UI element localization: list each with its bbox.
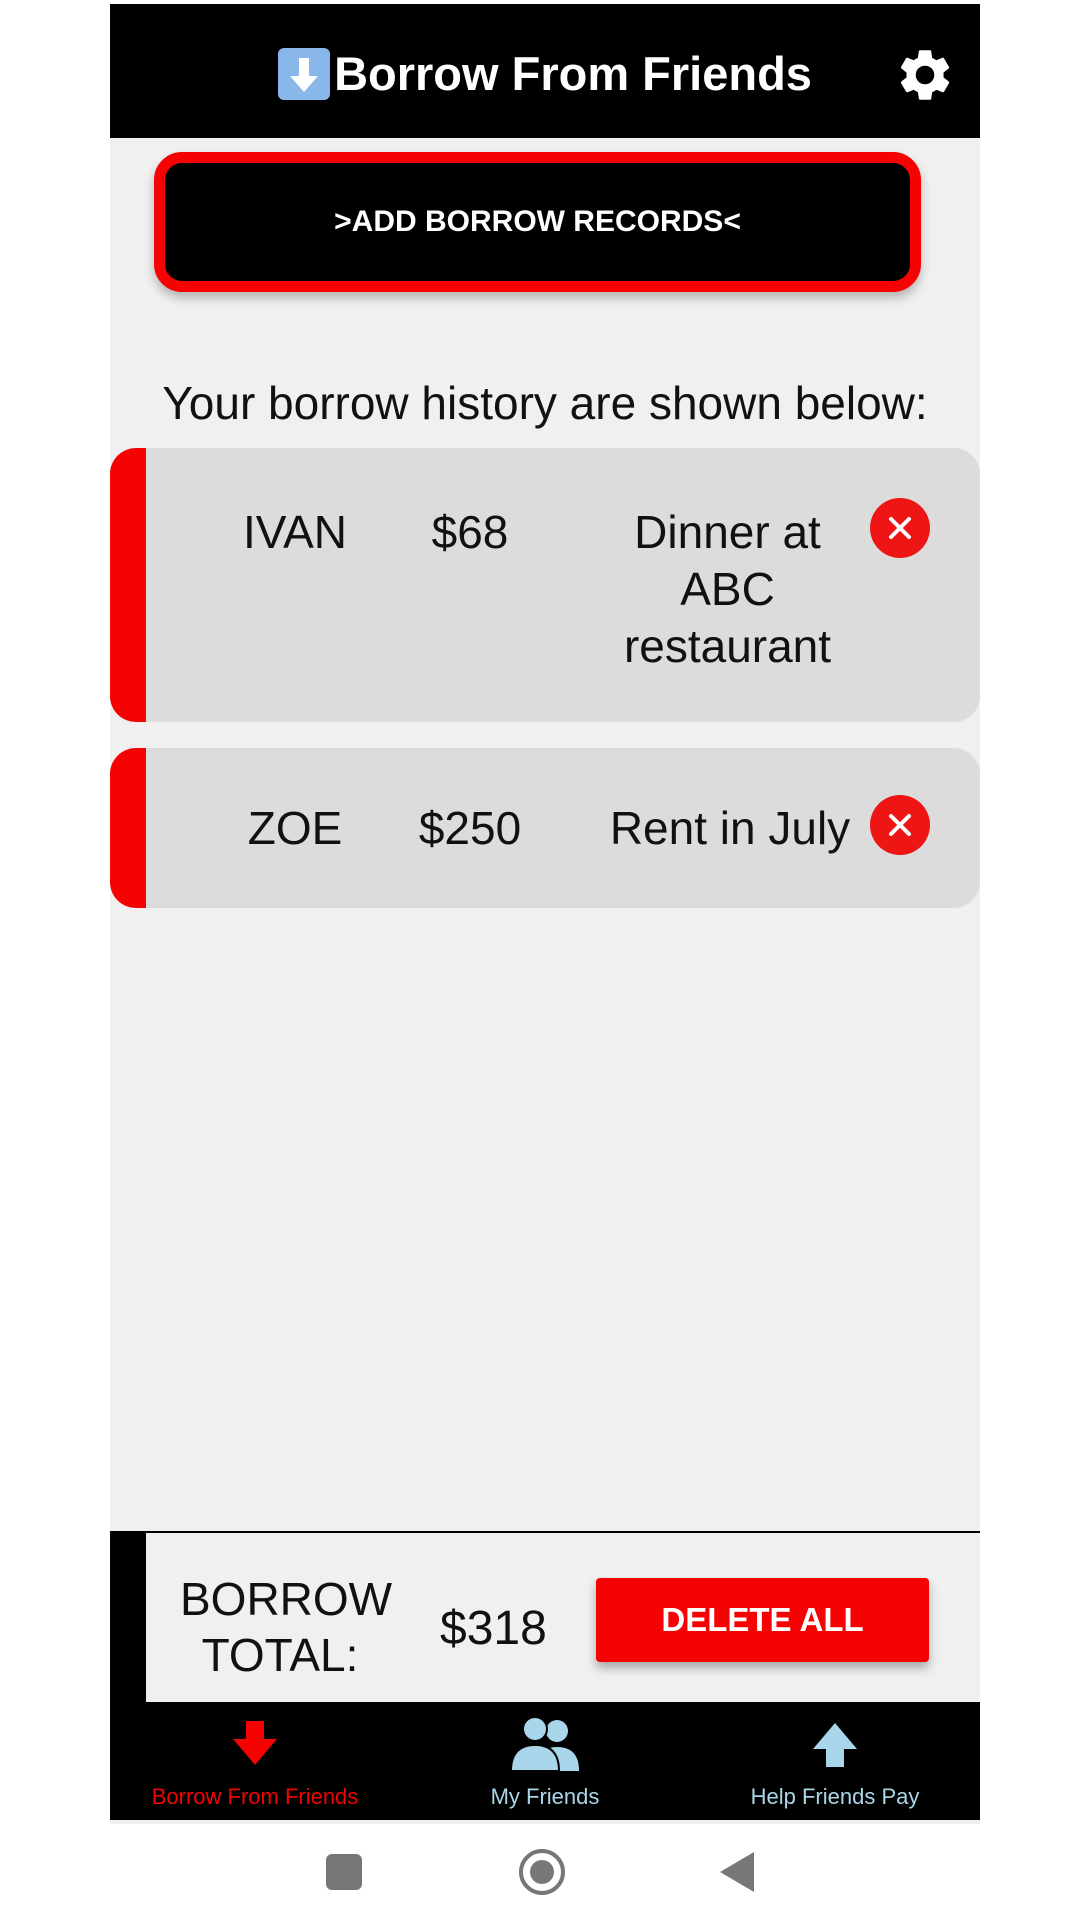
borrow-record: IVAN $68 Dinner at ABC restaurant (110, 448, 980, 722)
down-arrow-icon (278, 47, 331, 100)
close-icon[interactable] (870, 795, 930, 855)
borrow-total-label: BORROW TOTAL: (180, 1573, 393, 1681)
total-bar: BORROW TOTAL: $318 DELETE ALL (110, 1531, 980, 1702)
nav-item-help-friends-pay[interactable]: Help Friends Pay (690, 1702, 980, 1820)
borrow-total-amount: $318 (440, 1602, 547, 1655)
record-accent-bar (110, 748, 146, 908)
record-amount: $250 (418, 802, 522, 854)
add-borrow-records-button[interactable]: >ADD BORROW RECORDS< (154, 152, 921, 292)
recents-icon[interactable] (326, 1854, 362, 1895)
back-icon[interactable] (718, 1850, 756, 1899)
record-amount: $68 (431, 506, 509, 558)
home-icon[interactable] (518, 1848, 566, 1901)
record-description: Dinner at ABC restaurant (623, 506, 832, 672)
borrow-record: ZOE $250 Rent in July (110, 748, 980, 908)
gear-icon[interactable] (894, 44, 956, 106)
total-accent-bar (110, 1533, 146, 1702)
delete-all-button[interactable]: DELETE ALL (596, 1578, 929, 1662)
bottom-nav: Borrow From Friends My Friends Help Frie… (110, 1702, 980, 1820)
close-icon[interactable] (870, 498, 930, 558)
page-title: Borrow From Friends (110, 46, 980, 101)
down-arrow-icon (231, 1716, 279, 1772)
record-name: ZOE (247, 802, 343, 854)
system-nav-bar (0, 1824, 1080, 1920)
nav-item-my-friends[interactable]: My Friends (400, 1702, 690, 1820)
header-title-text: Borrow From Friends (334, 47, 812, 100)
record-accent-bar (110, 448, 146, 722)
nav-item-borrow-from-friends[interactable]: Borrow From Friends (110, 1702, 400, 1820)
nav-label: Borrow From Friends (151, 1784, 359, 1809)
record-name: IVAN (243, 506, 347, 558)
nav-label: My Friends (490, 1784, 600, 1809)
record-description: Rent in July (609, 802, 851, 854)
app-header: Borrow From Friends (110, 4, 980, 138)
app-screen: Borrow From Friends >ADD BORROW RECORDS<… (110, 4, 980, 1824)
nav-label: Help Friends Pay (750, 1784, 920, 1809)
people-icon (507, 1716, 583, 1772)
history-label: Your borrow history are shown below: (162, 377, 928, 429)
up-arrow-icon (811, 1716, 859, 1772)
